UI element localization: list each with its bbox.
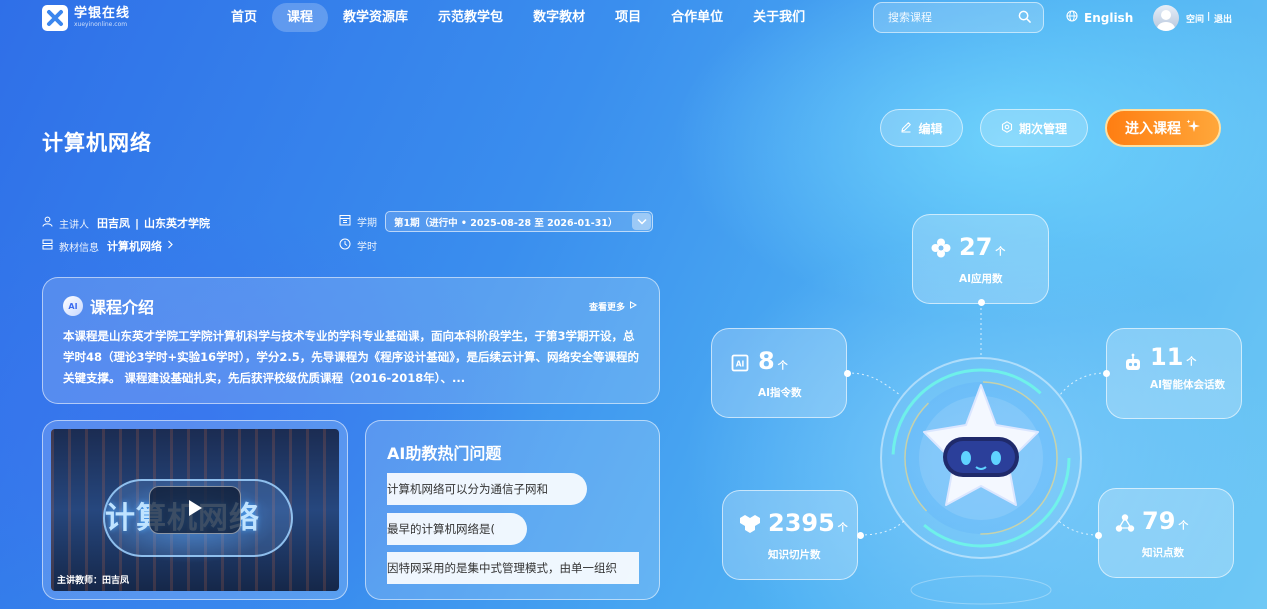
stats-connector-graphic bbox=[846, 303, 1107, 605]
cubes-icon bbox=[739, 514, 761, 534]
stat-label: 知识点数 bbox=[1142, 547, 1184, 559]
flower-icon bbox=[931, 238, 951, 258]
stat-card-ai-prompts[interactable]: AI 8 个 AI指令数 bbox=[711, 328, 847, 418]
stat-value: 8 bbox=[758, 347, 775, 375]
stat-label: AI应用数 bbox=[959, 273, 1003, 285]
svg-text:AI: AI bbox=[736, 360, 745, 369]
stat-value: 2395 bbox=[768, 509, 835, 537]
stat-unit: 个 bbox=[777, 361, 788, 372]
stat-unit: 个 bbox=[995, 247, 1006, 258]
robot-icon bbox=[1123, 353, 1143, 373]
stat-card-ai-agent-sessions[interactable]: 11 个 AI智能体会话数 bbox=[1106, 328, 1242, 419]
connector-dot bbox=[857, 532, 864, 539]
stat-card-knowledge-points[interactable]: 79 个 知识点数 bbox=[1098, 488, 1234, 578]
stat-card-ai-apps[interactable]: 27 个 AI应用数 bbox=[912, 214, 1049, 304]
stat-value: 27 bbox=[959, 233, 993, 261]
stat-unit: 个 bbox=[837, 523, 848, 534]
stat-label: 知识切片数 bbox=[768, 549, 821, 561]
stat-unit: 个 bbox=[1178, 521, 1189, 532]
stat-card-knowledge-slices[interactable]: 2395 个 知识切片数 bbox=[722, 490, 858, 580]
stat-label: AI指令数 bbox=[758, 387, 802, 399]
stat-unit: 个 bbox=[1186, 357, 1197, 368]
stat-value: 11 bbox=[1150, 343, 1184, 371]
molecule-icon bbox=[1115, 513, 1135, 533]
stat-value: 79 bbox=[1142, 507, 1176, 535]
stat-label: AI智能体会话数 bbox=[1150, 379, 1226, 391]
ai-chip-icon: AI bbox=[730, 353, 750, 373]
